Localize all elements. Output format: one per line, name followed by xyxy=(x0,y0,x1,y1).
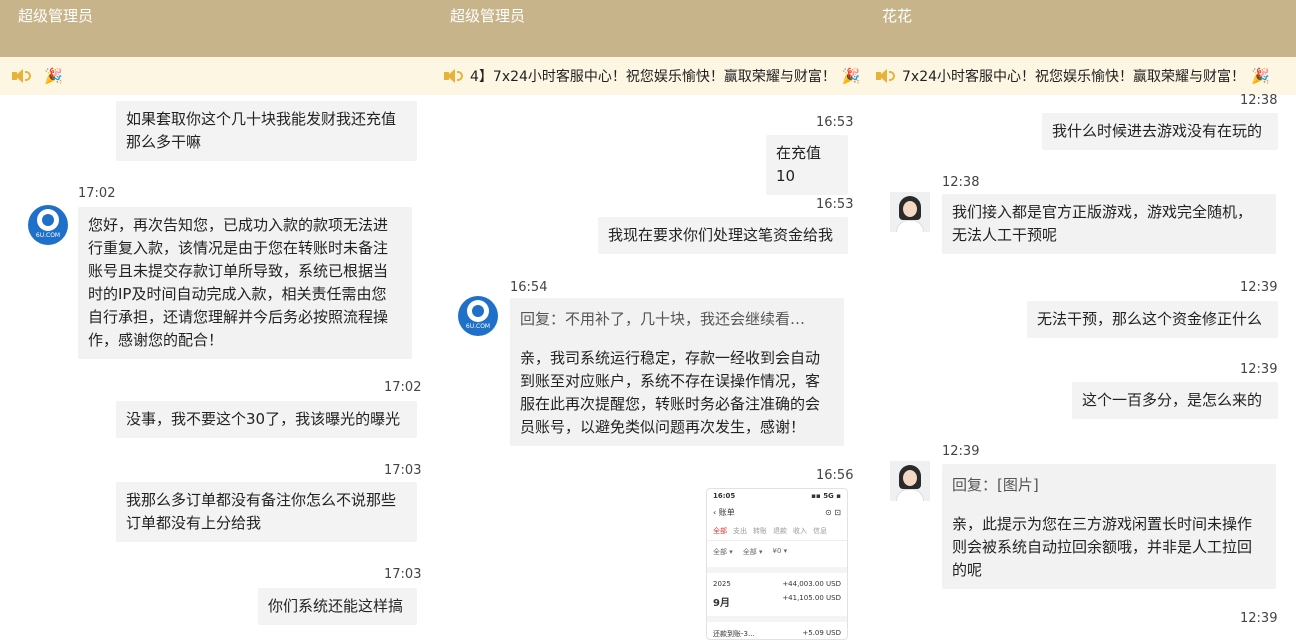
agent-avatar[interactable] xyxy=(890,461,930,501)
phone-month: 9月 xyxy=(713,598,730,609)
phone-sum: +44,003.00 USD xyxy=(782,580,841,588)
phone-tab: 收入 xyxy=(793,527,807,535)
speaker-icon xyxy=(874,68,896,84)
message-bubble-right: 我什么时候进去游戏没有在玩的 xyxy=(1042,113,1278,150)
message-bubble-right: 我现在要求你们处理这笔资金给我 xyxy=(598,217,848,254)
agent-avatar[interactable] xyxy=(890,192,930,232)
phone-transaction-row: 还款到账-3... +5.09 USD xyxy=(707,626,847,639)
chat-title-text: 超级管理员 xyxy=(450,7,526,25)
message-bubble-left: 我们接入都是官方正版游戏，游戏完全随机， 无法人工干预呢 xyxy=(942,194,1276,254)
message-timestamp: 17:03 xyxy=(384,463,422,478)
phone-time: 16:05 xyxy=(713,492,736,500)
message-timestamp: 12:38 xyxy=(942,175,980,190)
chat-panel-1: 超级管理员 🎉 如果套取你这个几十块我能发财我还充值 那么多干嘛 17:02 6… xyxy=(0,0,432,640)
quoted-reply: 回复：不用补了，几十块，我还会继续看… xyxy=(520,310,806,328)
phone-month-row: 9月 +41,105.00 USD xyxy=(707,591,847,612)
phone-header-title: 账单 xyxy=(718,508,735,517)
party-popper-icon: 🎉 xyxy=(44,67,63,85)
reply-message-bubble: 回复：[图片] 亲，此提示为您在三方游戏闲置长时间未操作 则会被系统自动拉回余额… xyxy=(942,464,1276,589)
phone-month-row: 2025 +44,003.00 USD xyxy=(707,577,847,591)
message-timestamp: 12:39 xyxy=(1240,611,1278,626)
phone-header-icons: ⊙ ⊡ xyxy=(825,508,841,517)
phone-sum: +41,105.00 USD xyxy=(782,594,841,602)
party-popper-icon: 🎉 xyxy=(1251,67,1270,85)
chat-title: 超级管理员 xyxy=(432,0,864,57)
message-text: 亲，此提示为您在三方游戏闲置长时间未操作 则会被系统自动拉回余额哦，并非是人工拉… xyxy=(952,515,1253,579)
message-timestamp: 12:38 xyxy=(1240,93,1278,108)
announcement-bar: 7x24小时客服中心！祝您娱乐愉快！赢取荣耀与财富！ 🎉 xyxy=(864,57,1296,95)
reply-message-bubble: 回复：不用补了，几十块，我还会继续看… 亲，我司系统运行稳定，存款一经收到会自动… xyxy=(510,298,844,446)
chat-title-text: 超级管理员 xyxy=(18,7,94,25)
message-timestamp: 12:39 xyxy=(942,444,980,459)
message-timestamp: 17:03 xyxy=(384,567,422,582)
message-bubble-right: 无法干预，那么这个资金修正什么 xyxy=(1027,301,1278,338)
phone-transaction-amount: +5.09 USD xyxy=(802,629,841,637)
screenshot-collage: 超级管理员 🎉 如果套取你这个几十块我能发财我还充值 那么多干嘛 17:02 6… xyxy=(0,0,1296,640)
quoted-reply: 回复：[图片] xyxy=(952,476,1039,494)
phone-signal: ▪▪ 5G ▪ xyxy=(811,492,841,500)
phone-filter: 全部 ▾ xyxy=(742,548,763,556)
message-timestamp: 12:39 xyxy=(1240,362,1278,377)
message-text: 亲，我司系统运行稳定，存款一经收到会自动 到账至对应账户，系统不存在误操作情况，… xyxy=(520,349,821,436)
phone-tabs: 全部 支出 转账 退款 收入 信息 xyxy=(707,522,847,541)
message-timestamp: 16:54 xyxy=(510,280,548,295)
speaker-icon xyxy=(10,68,32,84)
phone-tab: 转账 xyxy=(753,527,767,535)
phone-filter: 全部 ▾ xyxy=(713,548,733,556)
message-timestamp: 16:53 xyxy=(816,197,854,212)
phone-transaction-label: 还款到账-3... xyxy=(713,630,755,638)
phone-header: ‹ 账单 ⊙ ⊡ xyxy=(707,503,847,522)
message-bubble-right: 如果套取你这个几十块我能发财我还充值 那么多干嘛 xyxy=(116,101,417,161)
message-timestamp: 16:53 xyxy=(816,115,854,130)
message-bubble-right: 你们系统还能这样搞 xyxy=(258,588,417,625)
message-timestamp: 17:02 xyxy=(384,380,422,395)
message-bubble-right: 我那么多订单都没有备注你怎么不说那些 订单都没有上分给我 xyxy=(116,482,417,542)
message-timestamp: 17:02 xyxy=(78,186,116,201)
agent-avatar[interactable]: 6U.COM xyxy=(28,205,68,245)
chat-title: 超级管理员 xyxy=(0,0,432,57)
image-message-thumbnail[interactable]: 16:05 ▪▪ 5G ▪ ‹ 账单 ⊙ ⊡ 全部 支出 转账 退款 收入 信息… xyxy=(706,488,848,640)
phone-year: 2025 xyxy=(713,580,731,588)
announcement-text: 4】7x24小时客服中心！祝您娱乐愉快！赢取荣耀与财富！ xyxy=(470,69,836,85)
phone-tab: 信息 xyxy=(813,527,827,535)
chat-title-text: 花花 xyxy=(882,7,913,25)
message-bubble-right: 在充值10 xyxy=(766,135,848,195)
phone-tab: 全部 xyxy=(713,527,727,535)
message-timestamp: 12:39 xyxy=(1240,280,1278,295)
avatar-logo-text: 6U.COM xyxy=(465,323,491,330)
message-timestamp: 16:56 xyxy=(816,468,854,483)
chat-panel-3: 花花 7x24小时客服中心！祝您娱乐愉快！赢取荣耀与财富！ 🎉 12:38 我什… xyxy=(864,0,1296,640)
phone-filters: 全部 ▾ 全部 ▾ ¥0 ▾ xyxy=(707,541,847,563)
phone-tab: 支出 xyxy=(733,527,747,535)
message-bubble-right: 没事，我不要这个30了，我该曝光的曝光 xyxy=(116,401,417,438)
party-popper-icon: 🎉 xyxy=(841,67,861,85)
chat-title: 花花 xyxy=(864,0,1296,57)
message-bubble-right: 这个一百多分，是怎么来的 xyxy=(1072,382,1278,419)
speaker-icon xyxy=(442,68,464,84)
phone-tab: 退款 xyxy=(773,527,787,535)
phone-status-bar: 16:05 ▪▪ 5G ▪ xyxy=(707,489,847,503)
agent-avatar[interactable]: 6U.COM xyxy=(458,296,498,336)
announcement-bar: 🎉 xyxy=(0,57,432,95)
avatar-logo-text: 6U.COM xyxy=(35,232,61,239)
announcement-text: 7x24小时客服中心！祝您娱乐愉快！赢取荣耀与财富！ xyxy=(902,69,1246,85)
announcement-bar: 4】7x24小时客服中心！祝您娱乐愉快！赢取荣耀与财富！ 🎉 xyxy=(432,57,864,95)
message-bubble-left: 您好，再次告知您，已成功入款的款项无法进 行重复入款，该情况是由于您在转账时未备… xyxy=(78,207,412,359)
phone-filter: ¥0 ▾ xyxy=(772,547,788,555)
